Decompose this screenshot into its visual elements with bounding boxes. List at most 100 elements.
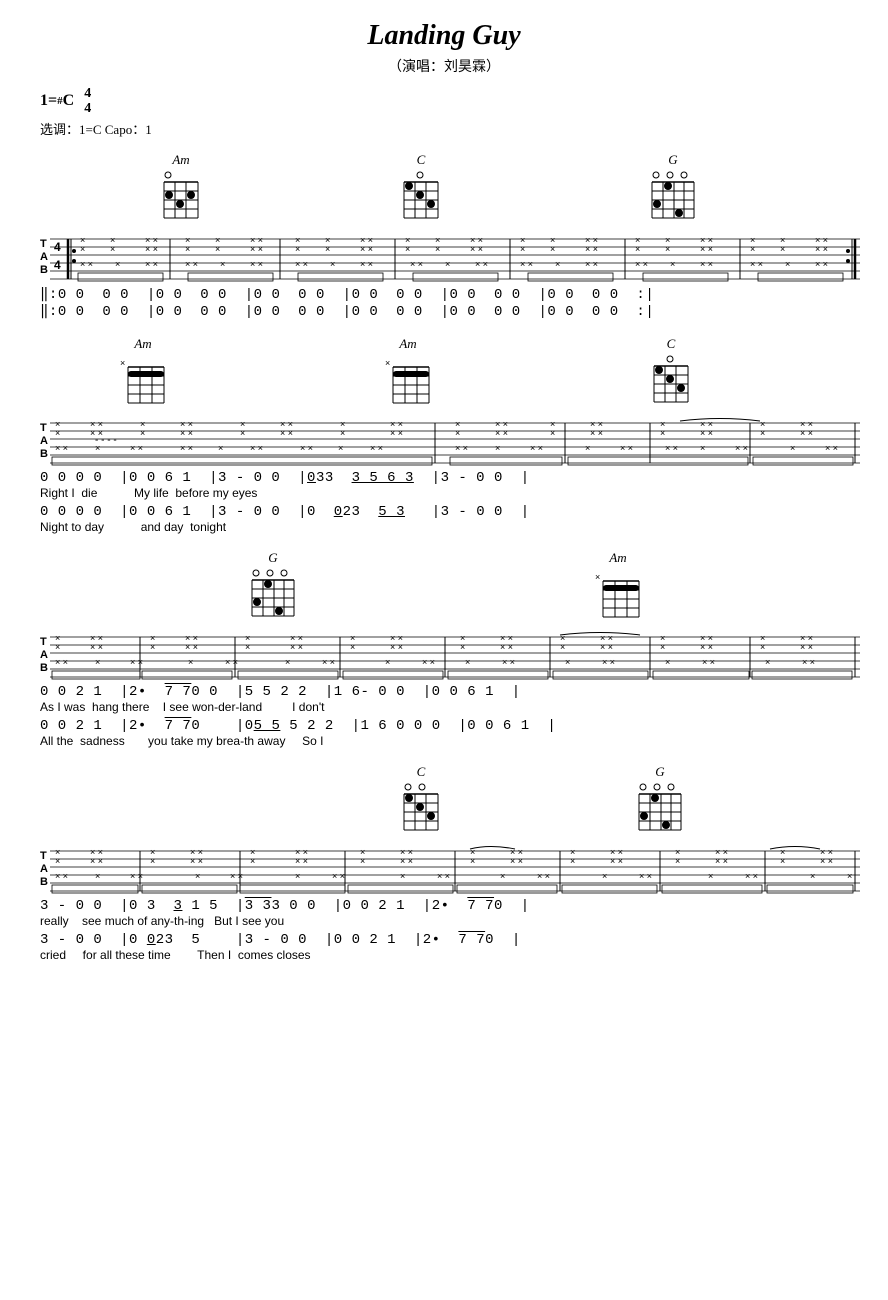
svg-text:×: × (340, 428, 345, 438)
svg-text:×: × (555, 259, 560, 269)
svg-text:× ×: × × (500, 642, 513, 652)
svg-text:×: × (760, 642, 765, 652)
notation-v2-line2: 0 0 2 1 |2• 7 70 |05 5 5 2 2 |1 6 0 0 0 … (40, 718, 858, 734)
svg-text:× ×: × × (295, 856, 308, 866)
key-note: C (63, 92, 75, 110)
svg-text:× ×: × × (502, 657, 515, 667)
svg-text:× ×: × × (55, 871, 68, 881)
svg-text:×: × (700, 443, 705, 453)
svg-text:×: × (325, 244, 330, 254)
svg-text:×: × (675, 856, 680, 866)
svg-text:×: × (140, 428, 145, 438)
svg-text:×: × (595, 572, 600, 582)
chord-grid-g1 (648, 170, 698, 222)
chord-grid-am3: × 5 (385, 354, 431, 412)
section-intro: Am (30, 152, 858, 320)
chord-grid-c3 (400, 782, 442, 834)
svg-text:×: × (338, 443, 343, 453)
svg-text:× ×: × × (635, 259, 648, 269)
chord-c-2: C (650, 336, 692, 406)
svg-text:× ×: × × (665, 443, 678, 453)
chord-grid-am4: × 5 (595, 568, 641, 626)
svg-text:×: × (110, 244, 115, 254)
svg-text:×: × (80, 244, 85, 254)
svg-text:×: × (285, 657, 290, 667)
notation-v1-line1: 0 0 0 0 |0 0 6 1 |3 - 0 0 |033 3 5 6 3 |… (40, 470, 858, 486)
chord-am-1: Am (160, 152, 202, 222)
svg-text:×: × (385, 657, 390, 667)
lyrics-v2-line1: As I was hang there I see won-der-land I… (40, 700, 858, 714)
svg-text:×: × (660, 428, 665, 438)
svg-text:× ×: × × (475, 259, 488, 269)
svg-text:× ×: × × (185, 259, 198, 269)
svg-text:× ×: × × (190, 856, 203, 866)
svg-text:× ×: × × (537, 871, 550, 881)
svg-text:× ×: × × (800, 642, 813, 652)
svg-text:× ×: × × (422, 657, 435, 667)
svg-text:A: A (40, 251, 48, 263)
svg-text:× ×: × × (370, 443, 383, 453)
svg-text:×: × (780, 856, 785, 866)
svg-text:×: × (550, 428, 555, 438)
svg-text:×: × (195, 871, 200, 881)
svg-text:× ×: × × (437, 871, 450, 881)
svg-text:× ×: × × (250, 244, 263, 254)
svg-text:T: T (40, 422, 47, 434)
svg-text:×: × (810, 871, 815, 881)
key-label: 1= (40, 92, 57, 110)
time-sig: 4 4 (84, 86, 91, 117)
svg-text:×: × (602, 871, 607, 881)
svg-text:×: × (790, 443, 795, 453)
svg-text:B: B (40, 662, 48, 674)
chord-grid-g2 (248, 568, 298, 620)
svg-text:×: × (708, 871, 713, 881)
svg-text:× ×: × × (602, 657, 615, 667)
svg-text:T: T (40, 238, 47, 250)
svg-text:×: × (460, 642, 465, 652)
svg-text:× ×: × × (825, 443, 838, 453)
svg-text:×: × (240, 428, 245, 438)
chord-grid-c1 (400, 170, 442, 222)
lyrics-v3-line2: cried for all these time Then I comes cl… (40, 948, 858, 962)
lyrics-v3-line1: really see much of any-th-ing But I see … (40, 914, 858, 928)
chord-name-am4: Am (609, 550, 626, 566)
svg-text:B: B (40, 876, 48, 888)
chord-diagrams-row3: G (30, 550, 858, 625)
song-title: Landing Guy (30, 20, 858, 52)
svg-text:×: × (560, 642, 565, 652)
svg-text:× ×: × × (360, 259, 373, 269)
notation-v1-line2: 0 0 0 0 |0 0 6 1 |3 - 0 0 |0 023 5 3 |3 … (40, 504, 858, 520)
svg-text:× ×: × × (815, 259, 828, 269)
svg-text:×: × (435, 244, 440, 254)
chord-am-4: Am × 5 (595, 550, 641, 626)
lyrics-v1-line2: Night to day and day tonight (40, 520, 858, 534)
svg-text:× ×: × × (800, 428, 813, 438)
svg-text:× ×: × × (180, 428, 193, 438)
svg-text:×: × (660, 642, 665, 652)
chord-grid-am1 (160, 170, 202, 222)
svg-text:× ×: × × (470, 244, 483, 254)
svg-text:×: × (55, 642, 60, 652)
svg-text:×: × (565, 657, 570, 667)
svg-text:× ×: × × (510, 856, 523, 866)
svg-text:× ×: × × (185, 642, 198, 652)
svg-text:× ×: × × (802, 657, 815, 667)
svg-text:×: × (495, 443, 500, 453)
svg-text:× ×: × × (735, 443, 748, 453)
svg-text:×: × (95, 871, 100, 881)
svg-text:×: × (95, 657, 100, 667)
svg-text:× ×: × × (280, 428, 293, 438)
svg-text:× ×: × × (585, 244, 598, 254)
svg-text:×: × (550, 244, 555, 254)
svg-text:× ×: × × (322, 657, 335, 667)
svg-text:×: × (405, 244, 410, 254)
svg-text:×: × (570, 856, 575, 866)
svg-text:×: × (665, 657, 670, 667)
chord-c-3: C (400, 764, 442, 834)
svg-text:×: × (245, 642, 250, 652)
svg-text:× ×: × × (530, 443, 543, 453)
tab-staff-verse3: T A B × × × × × × × × × × × × × × × × × … (40, 841, 870, 896)
svg-text:A: A (40, 435, 48, 447)
tab-staff-intro: T A B 4 4 × × × × × × × × × (40, 229, 870, 284)
svg-text:×: × (55, 428, 60, 438)
